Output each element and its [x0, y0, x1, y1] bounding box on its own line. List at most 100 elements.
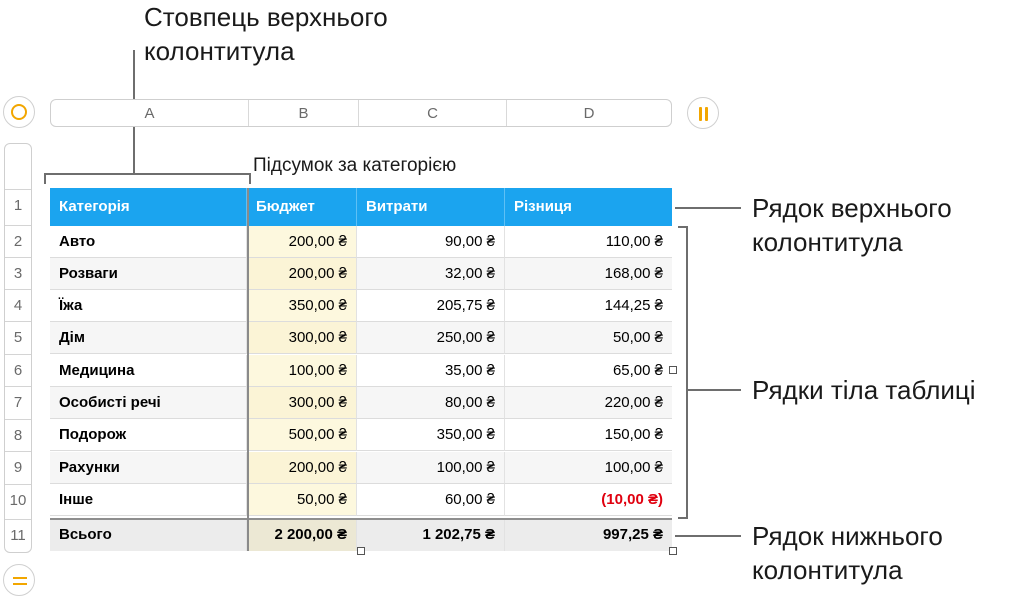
- callout-line: колонтитула: [752, 227, 903, 257]
- table-cell[interactable]: 300,00 ₴: [247, 322, 357, 354]
- row-number[interactable]: 11: [5, 519, 31, 551]
- table-cell[interactable]: 32,00 ₴: [357, 258, 505, 290]
- callout-line: Рядки тіла таблиці: [752, 375, 976, 405]
- column-letter-a[interactable]: A: [51, 100, 248, 126]
- header-column-bracket-right: [249, 173, 251, 184]
- table-cell[interactable]: 350,00 ₴: [357, 419, 505, 451]
- header-cell[interactable]: Бюджет: [247, 188, 357, 226]
- table-cell[interactable]: 35,00 ₴: [357, 355, 505, 387]
- table-cell-negative[interactable]: (10,00 ₴): [505, 484, 672, 516]
- footer-cell[interactable]: Всього: [50, 519, 247, 551]
- column-reference-bar: A B C D: [50, 99, 672, 127]
- table-row[interactable]: Особисті речі 300,00 ₴ 80,00 ₴ 220,00 ₴: [50, 387, 672, 419]
- table-row[interactable]: Рахунки 200,00 ₴ 100,00 ₴ 100,00 ₴: [50, 452, 672, 484]
- table-cell[interactable]: 200,00 ₴: [247, 258, 357, 290]
- callout-line: Рядок верхнього: [752, 193, 952, 223]
- table-row[interactable]: Медицина 100,00 ₴ 35,00 ₴ 65,00 ₴: [50, 355, 672, 387]
- add-row-handle[interactable]: [3, 564, 35, 596]
- header-column-bracket-left: [44, 173, 46, 184]
- footer-cell[interactable]: 1 202,75 ₴: [357, 519, 505, 551]
- table-cell[interactable]: 50,00 ₴: [505, 322, 672, 354]
- resize-handle-corner[interactable]: [669, 547, 677, 555]
- row-number[interactable]: 6: [5, 354, 31, 386]
- table-cell[interactable]: 220,00 ₴: [505, 387, 672, 419]
- table-cell[interactable]: 350,00 ₴: [247, 290, 357, 322]
- row-number[interactable]: 2: [5, 225, 31, 257]
- table-cell[interactable]: Розваги: [50, 258, 247, 290]
- row-reference-bar: 1 2 3 4 5 6 7 8 9 10 11: [5, 145, 31, 553]
- footer-separator: [50, 518, 672, 520]
- row-number[interactable]: 8: [5, 419, 31, 451]
- header-cell[interactable]: Категорія: [50, 188, 247, 226]
- table-row[interactable]: Дім 300,00 ₴ 250,00 ₴ 50,00 ₴: [50, 322, 672, 354]
- table-cell[interactable]: 65,00 ₴: [505, 355, 672, 387]
- table-title[interactable]: Підсумок за категорією: [253, 155, 456, 177]
- table-cell[interactable]: Дім: [50, 322, 247, 354]
- callout-pointer: [688, 389, 741, 391]
- header-row[interactable]: Категорія Бюджет Витрати Різниця: [50, 188, 672, 226]
- row-number[interactable]: 10: [5, 484, 31, 516]
- row-number[interactable]: 9: [5, 451, 31, 483]
- table-cell[interactable]: Рахунки: [50, 452, 247, 484]
- table-cell[interactable]: Медицина: [50, 355, 247, 387]
- table-cell[interactable]: Інше: [50, 484, 247, 516]
- table-cell[interactable]: Їжа: [50, 290, 247, 322]
- table-cell[interactable]: 200,00 ₴: [247, 452, 357, 484]
- table-cell[interactable]: 110,00 ₴: [505, 226, 672, 258]
- callout-line: колонтитула: [144, 36, 295, 66]
- callout-pointer: [675, 535, 741, 537]
- callout-line: колонтитула: [752, 555, 903, 585]
- table-row[interactable]: Авто 200,00 ₴ 90,00 ₴ 110,00 ₴: [50, 226, 672, 258]
- table-cell[interactable]: 500,00 ₴: [247, 419, 357, 451]
- callout-pointer: [675, 207, 741, 209]
- row-number[interactable]: 5: [5, 321, 31, 353]
- header-cell[interactable]: Різниця: [505, 188, 672, 226]
- callout-footer-row: Рядок нижнього колонтитула: [752, 519, 943, 587]
- table-cell[interactable]: 200,00 ₴: [247, 226, 357, 258]
- row-number[interactable]: 4: [5, 289, 31, 321]
- footer-cell[interactable]: 997,25 ₴: [505, 519, 672, 551]
- column-letter-c[interactable]: C: [358, 100, 506, 126]
- table-cell[interactable]: Подорож: [50, 419, 247, 451]
- table-cell[interactable]: Авто: [50, 226, 247, 258]
- callout-header-column: Стовпець верхнього колонтитула: [144, 0, 388, 68]
- table-row[interactable]: Розваги 200,00 ₴ 32,00 ₴ 168,00 ₴: [50, 258, 672, 290]
- table-cell[interactable]: 150,00 ₴: [505, 419, 672, 451]
- callout-body-rows: Рядки тіла таблиці: [752, 373, 976, 407]
- table-cell[interactable]: Особисті речі: [50, 387, 247, 419]
- table-cell[interactable]: 90,00 ₴: [357, 226, 505, 258]
- table-cell[interactable]: 100,00 ₴: [357, 452, 505, 484]
- circle-select-icon: [11, 104, 27, 120]
- table-row[interactable]: Їжа 350,00 ₴ 205,75 ₴ 144,25 ₴: [50, 290, 672, 322]
- table-cell[interactable]: 100,00 ₴: [247, 355, 357, 387]
- row-number[interactable]: 1: [5, 189, 31, 221]
- resize-handle-bottom[interactable]: [357, 547, 365, 555]
- callout-line: Стовпець верхнього: [144, 2, 388, 32]
- column-letter-b[interactable]: B: [248, 100, 358, 126]
- table-cell[interactable]: 300,00 ₴: [247, 387, 357, 419]
- body-rows-bracket-bottom: [678, 517, 688, 519]
- header-column-separator: [247, 188, 249, 551]
- table-cell[interactable]: 168,00 ₴: [505, 258, 672, 290]
- callout-header-row: Рядок верхнього колонтитула: [752, 191, 952, 259]
- table-cell[interactable]: 60,00 ₴: [357, 484, 505, 516]
- column-letter-d[interactable]: D: [506, 100, 671, 126]
- body-rows-bracket-top: [678, 226, 688, 228]
- row-number[interactable]: 3: [5, 257, 31, 289]
- resize-handle-right[interactable]: [669, 366, 677, 374]
- header-cell[interactable]: Витрати: [357, 188, 505, 226]
- add-column-handle[interactable]: [687, 97, 719, 129]
- table-cell[interactable]: 250,00 ₴: [357, 322, 505, 354]
- table-row[interactable]: Подорож 500,00 ₴ 350,00 ₴ 150,00 ₴: [50, 419, 672, 451]
- row-number[interactable]: 7: [5, 386, 31, 418]
- callout-line: Рядок нижнього: [752, 521, 943, 551]
- header-column-bracket: [44, 173, 251, 175]
- table-cell[interactable]: 144,25 ₴: [505, 290, 672, 322]
- table-select-button[interactable]: [3, 96, 35, 128]
- table-row[interactable]: Інше 50,00 ₴ 60,00 ₴ (10,00 ₴): [50, 484, 672, 516]
- table-cell[interactable]: 50,00 ₴: [247, 484, 357, 516]
- table-cell[interactable]: 100,00 ₴: [505, 452, 672, 484]
- table-cell[interactable]: 205,75 ₴: [357, 290, 505, 322]
- footer-cell[interactable]: 2 200,00 ₴: [247, 519, 357, 551]
- table-cell[interactable]: 80,00 ₴: [357, 387, 505, 419]
